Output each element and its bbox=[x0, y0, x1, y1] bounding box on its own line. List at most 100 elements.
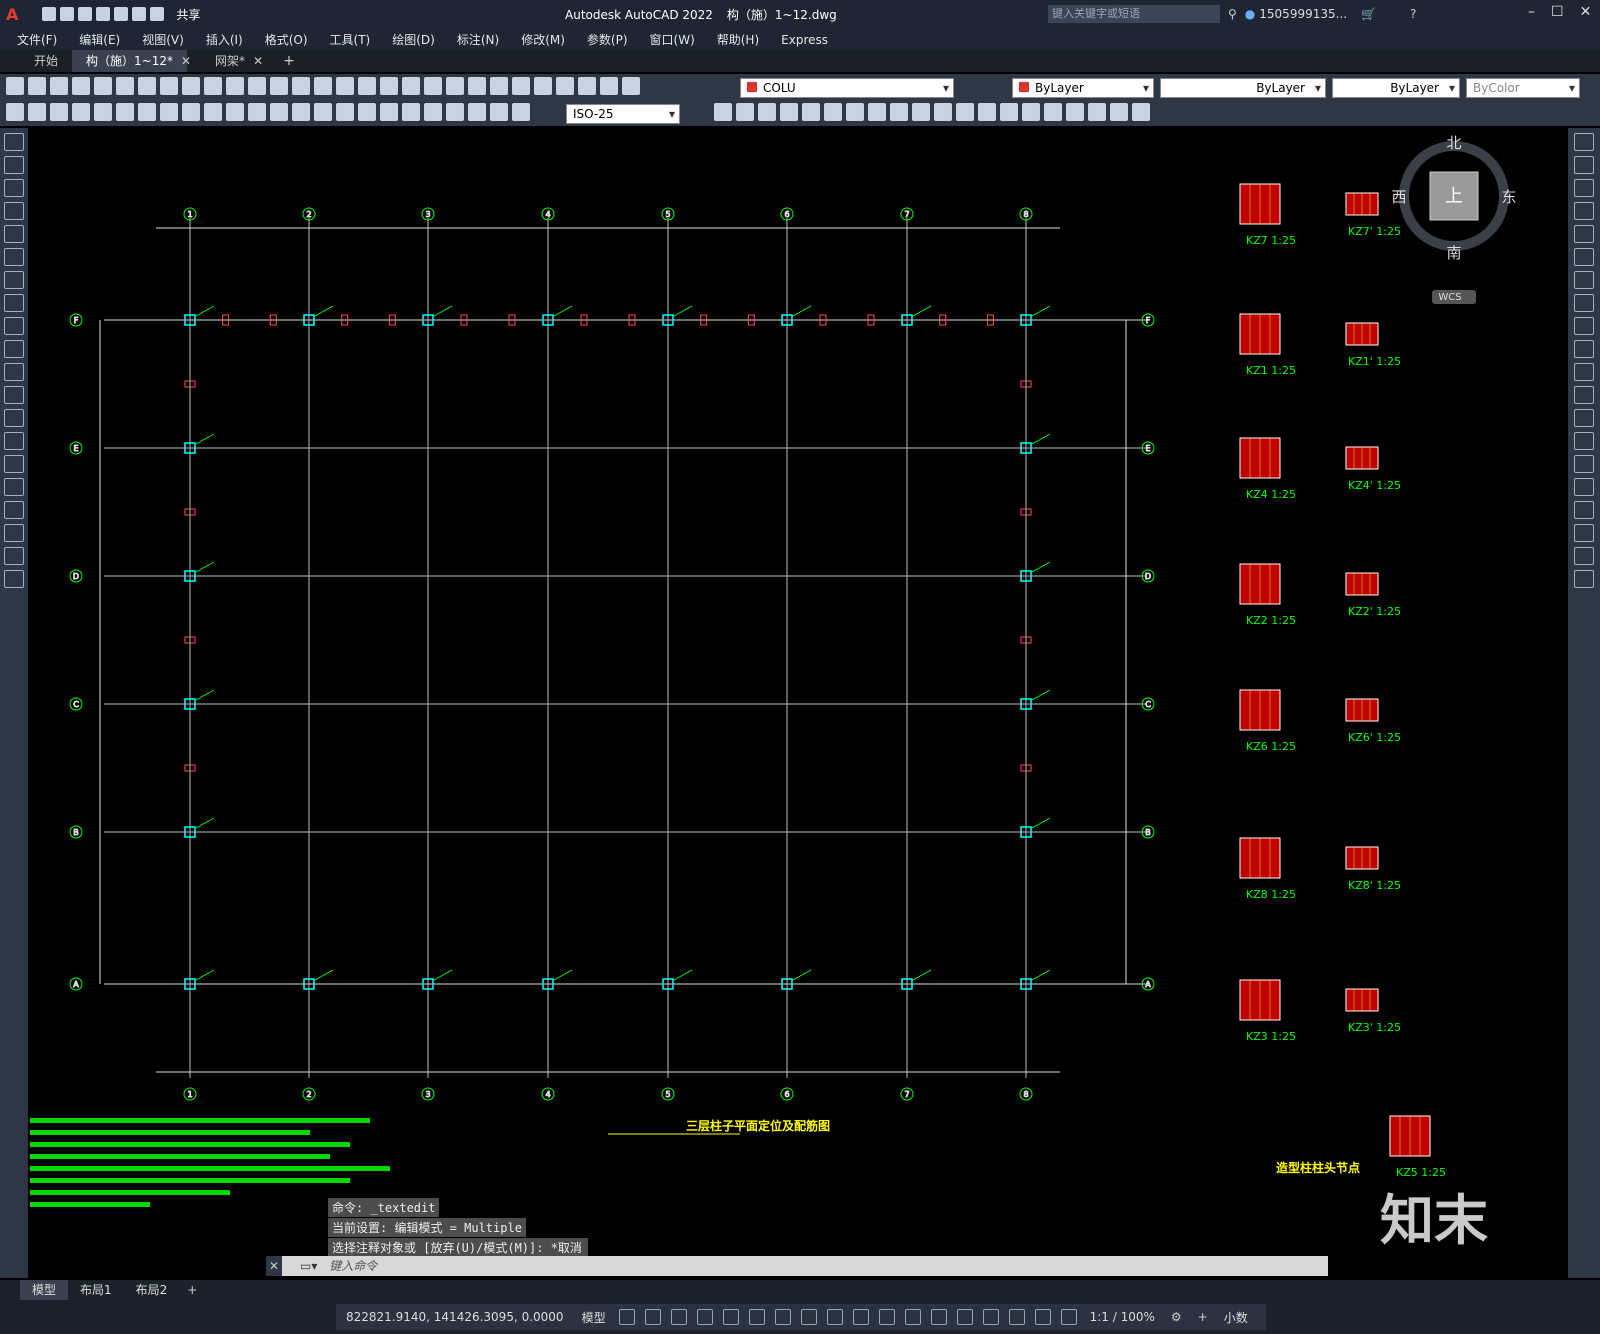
modify-tool-icon[interactable] bbox=[1574, 133, 1594, 151]
viewcube-west[interactable]: 西 bbox=[1391, 188, 1406, 206]
save-icon[interactable] bbox=[78, 7, 93, 21]
modify-tool-icon[interactable] bbox=[1574, 202, 1594, 220]
layout-tab-2[interactable]: 布局2 bbox=[124, 1280, 180, 1300]
dimension-tool-icon[interactable] bbox=[1000, 103, 1018, 121]
dimension-tool-icon[interactable] bbox=[912, 103, 930, 121]
dimension-tool-icon[interactable] bbox=[270, 103, 288, 121]
toolbar-tool-icon[interactable] bbox=[226, 77, 244, 95]
status-toggle-icon[interactable] bbox=[722, 1309, 739, 1325]
modify-tool-icon[interactable] bbox=[1574, 340, 1594, 358]
modify-tool-icon[interactable] bbox=[1574, 386, 1594, 404]
dimension-tool-icon[interactable] bbox=[1132, 103, 1150, 121]
toolbar-tool-icon[interactable] bbox=[160, 77, 178, 95]
toolbar-tool-icon[interactable] bbox=[6, 77, 24, 95]
status-toggle-icon[interactable] bbox=[878, 1309, 895, 1325]
close-tab-icon[interactable]: ✕ bbox=[181, 54, 191, 68]
share-button[interactable]: 共享 bbox=[176, 6, 200, 23]
viewcube-east[interactable]: 东 bbox=[1501, 188, 1516, 206]
draw-tool-icon[interactable] bbox=[4, 386, 24, 404]
dimension-tool-icon[interactable] bbox=[94, 103, 112, 121]
dimension-tool-icon[interactable] bbox=[292, 103, 310, 121]
modify-tool-icon[interactable] bbox=[1574, 432, 1594, 450]
dimension-tool-icon[interactable] bbox=[204, 103, 222, 121]
modify-tool-icon[interactable] bbox=[1574, 478, 1594, 496]
dimension-tool-icon[interactable] bbox=[490, 103, 508, 121]
draw-tool-icon[interactable] bbox=[4, 478, 24, 496]
dimension-tool-icon[interactable] bbox=[1110, 103, 1128, 121]
toolbar-tool-icon[interactable] bbox=[578, 77, 596, 95]
dimension-tool-icon[interactable] bbox=[868, 103, 886, 121]
modify-tool-icon[interactable] bbox=[1574, 248, 1594, 266]
menu-item[interactable]: 绘图(D) bbox=[381, 31, 446, 48]
add-layout-icon[interactable]: + bbox=[187, 1283, 197, 1297]
layout-tab-1[interactable]: 布局1 bbox=[68, 1280, 124, 1300]
draw-tool-icon[interactable] bbox=[4, 133, 24, 151]
dimension-tool-icon[interactable] bbox=[336, 103, 354, 121]
toolbar-tool-icon[interactable] bbox=[72, 77, 90, 95]
toolbar-tool-icon[interactable] bbox=[556, 77, 574, 95]
dimension-tool-icon[interactable] bbox=[1088, 103, 1106, 121]
modify-tool-icon[interactable] bbox=[1574, 409, 1594, 427]
draw-tool-icon[interactable] bbox=[4, 455, 24, 473]
dimension-tool-icon[interactable] bbox=[50, 103, 68, 121]
menu-item[interactable]: 编辑(E) bbox=[68, 31, 131, 48]
status-toggle-icon[interactable] bbox=[1008, 1309, 1025, 1325]
menu-item[interactable]: 插入(I) bbox=[195, 31, 254, 48]
toolbar-tool-icon[interactable] bbox=[600, 77, 618, 95]
toolbar-tool-icon[interactable] bbox=[270, 77, 288, 95]
toolbar-tool-icon[interactable] bbox=[182, 77, 200, 95]
dimension-tool-icon[interactable] bbox=[6, 103, 24, 121]
draw-tool-icon[interactable] bbox=[4, 570, 24, 588]
status-toggle-icon[interactable] bbox=[904, 1309, 921, 1325]
modify-tool-icon[interactable] bbox=[1574, 179, 1594, 197]
toolbar-tool-icon[interactable] bbox=[292, 77, 310, 95]
toolbar-tool-icon[interactable] bbox=[446, 77, 464, 95]
maximize-icon[interactable]: ☐ bbox=[1551, 4, 1564, 20]
draw-tool-icon[interactable] bbox=[4, 225, 24, 243]
gear-icon[interactable]: ⚙ bbox=[1171, 1310, 1182, 1324]
dimension-tool-icon[interactable] bbox=[978, 103, 996, 121]
dimension-tool-icon[interactable] bbox=[182, 103, 200, 121]
saveas-icon[interactable] bbox=[96, 7, 111, 21]
dimension-tool-icon[interactable] bbox=[846, 103, 864, 121]
tab-drawing-2[interactable]: 网架* bbox=[201, 50, 259, 72]
draw-tool-icon[interactable] bbox=[4, 248, 24, 266]
toolbar-tool-icon[interactable] bbox=[116, 77, 134, 95]
units-label[interactable]: 小数 bbox=[1224, 1309, 1248, 1326]
toolbar-tool-icon[interactable] bbox=[50, 77, 68, 95]
minimize-icon[interactable]: – bbox=[1528, 4, 1535, 20]
status-toggle-icon[interactable] bbox=[670, 1309, 687, 1325]
new-tab-icon[interactable]: + bbox=[283, 53, 295, 69]
toolbar-tool-icon[interactable] bbox=[380, 77, 398, 95]
draw-tool-icon[interactable] bbox=[4, 340, 24, 358]
dimension-tool-icon[interactable] bbox=[72, 103, 90, 121]
toolbar-tool-icon[interactable] bbox=[622, 77, 640, 95]
dimension-tool-icon[interactable] bbox=[468, 103, 486, 121]
draw-tool-icon[interactable] bbox=[4, 547, 24, 565]
dimension-tool-icon[interactable] bbox=[1044, 103, 1062, 121]
draw-tool-icon[interactable] bbox=[4, 363, 24, 381]
menu-item[interactable]: 文件(F) bbox=[6, 31, 68, 48]
modify-tool-icon[interactable] bbox=[1574, 294, 1594, 312]
status-toggle-icon[interactable] bbox=[774, 1309, 791, 1325]
dimension-tool-icon[interactable] bbox=[138, 103, 156, 121]
dimension-tool-icon[interactable] bbox=[28, 103, 46, 121]
toolbar-tool-icon[interactable] bbox=[358, 77, 376, 95]
menu-item[interactable]: 视图(V) bbox=[131, 31, 195, 48]
lineweight-select[interactable]: ByLayer bbox=[1332, 78, 1460, 98]
layer-select[interactable]: COLU bbox=[740, 78, 954, 98]
draw-tool-icon[interactable] bbox=[4, 202, 24, 220]
dimension-tool-icon[interactable] bbox=[1022, 103, 1040, 121]
menu-item[interactable]: 格式(O) bbox=[254, 31, 319, 48]
redo-icon[interactable] bbox=[150, 7, 165, 21]
dimension-tool-icon[interactable] bbox=[314, 103, 332, 121]
dimension-tool-icon[interactable] bbox=[512, 103, 530, 121]
toolbar-tool-icon[interactable] bbox=[468, 77, 486, 95]
toolbar-tool-icon[interactable] bbox=[402, 77, 420, 95]
draw-tool-icon[interactable] bbox=[4, 409, 24, 427]
modify-tool-icon[interactable] bbox=[1574, 363, 1594, 381]
draw-tool-icon[interactable] bbox=[4, 501, 24, 519]
status-toggle-icon[interactable] bbox=[748, 1309, 765, 1325]
toolbar-tool-icon[interactable] bbox=[204, 77, 222, 95]
toolbar-tool-icon[interactable] bbox=[28, 77, 46, 95]
